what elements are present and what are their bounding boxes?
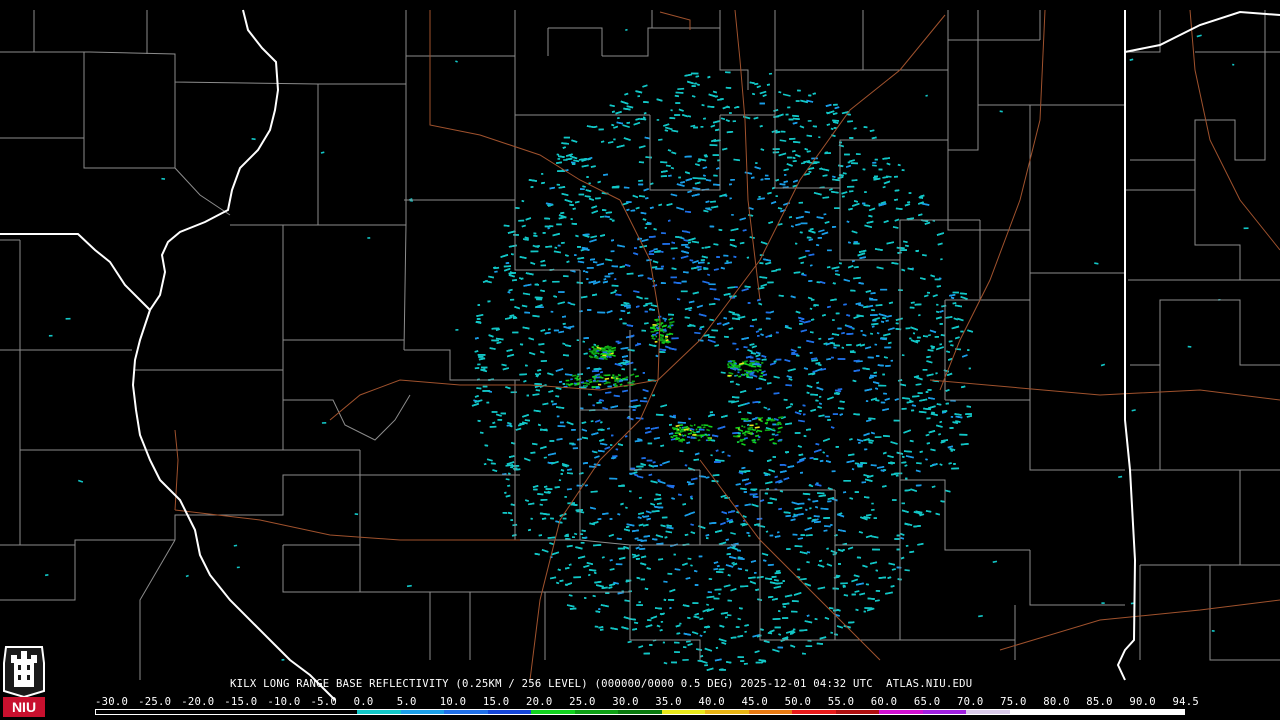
colorbar-tick-label: 75.0: [1000, 696, 1027, 708]
colorbar-tick-label: 15.0: [482, 696, 510, 708]
colorbar-tick-label: -30.0: [95, 696, 129, 708]
colorbar-swatch: [96, 710, 140, 714]
colorbar-tick-label: 20.0: [526, 696, 553, 708]
colorbar-tick-label: -5.0: [310, 696, 338, 708]
colorbar-tick-label: 50.0: [784, 696, 812, 708]
colorbar-swatch: [1053, 710, 1097, 714]
colorbar-swatch: [966, 710, 1010, 714]
colorbar-tick-label: 90.0: [1129, 696, 1156, 708]
colorbar-tick-label: 5.0: [396, 696, 417, 708]
colorbar-strip: [95, 709, 1185, 715]
colorbar-tick-label: 55.0: [827, 696, 855, 708]
tower-icon: [14, 659, 34, 687]
colorbar-swatch: [618, 710, 662, 714]
colorbar-tick-label: 0.0: [353, 696, 374, 708]
colorbar-swatch: [357, 710, 401, 714]
logo-text: NIU: [12, 699, 36, 715]
map-background: [0, 0, 1280, 720]
colorbar-tick-label: -10.0: [267, 696, 301, 708]
colorbar-tick-label: 70.0: [957, 696, 984, 708]
colorbar-tick-label: 25.0: [569, 696, 596, 708]
colorbar-swatch: [574, 710, 619, 714]
colorbar-swatch: [444, 710, 488, 714]
colorbar-swatch: [1140, 710, 1184, 714]
colorbar-tick-label: 65.0: [913, 696, 941, 708]
colorbar-swatch: [487, 710, 532, 714]
colorbar-tick-label: -25.0: [138, 696, 172, 708]
colorbar-tick-label: 85.0: [1086, 696, 1113, 708]
colorbar-swatch: [1009, 710, 1054, 714]
colorbar-swatch: [226, 710, 271, 714]
colorbar-swatch: [270, 710, 314, 714]
colorbar-tick-label: -15.0: [224, 696, 258, 708]
colorbar-tick-label: 35.0: [655, 696, 682, 708]
colorbar-swatch: [139, 710, 184, 714]
reflectivity-colorbar: -30.0 -25.0 -20.0 -15.0 -10.0 -5.0 0.0 5.0 10.0 1…: [95, 696, 1199, 720]
colorbar-swatch: [835, 710, 880, 714]
colorbar-swatch: [1096, 710, 1141, 714]
colorbar-swatch: [792, 710, 836, 714]
colorbar-swatch: [705, 710, 749, 714]
colorbar-tick-label: 30.0: [612, 696, 639, 708]
radar-map: [0, 0, 1280, 720]
colorbar-tick-label: 45.0: [741, 696, 769, 708]
colorbar-tick-label: 60.0: [870, 696, 898, 708]
colorbar-swatch: [400, 710, 445, 714]
colorbar-swatch: [531, 710, 575, 714]
colorbar-swatch: [313, 710, 358, 714]
colorbar-swatch: [922, 710, 967, 714]
colorbar-swatch: [661, 710, 706, 714]
colorbar-tick-label: 94.5: [1172, 696, 1200, 708]
colorbar-tick-label: -20.0: [181, 696, 215, 708]
colorbar-tick-label: 80.0: [1043, 696, 1070, 708]
colorbar-swatch: [748, 710, 793, 714]
colorbar-swatch: [879, 710, 923, 714]
colorbar-labels: -30.0 -25.0 -20.0 -15.0 -10.0 -5.0 0.0 5.0 10.0 1…: [95, 696, 1199, 708]
product-caption: KILX LONG RANGE BASE REFLECTIVITY (0.25K…: [230, 678, 973, 690]
colorbar-swatch: [183, 710, 227, 714]
niu-logo: NIU: [3, 646, 45, 717]
colorbar-tick-label: 40.0: [698, 696, 725, 708]
colorbar-tick-label: 10.0: [439, 696, 467, 708]
